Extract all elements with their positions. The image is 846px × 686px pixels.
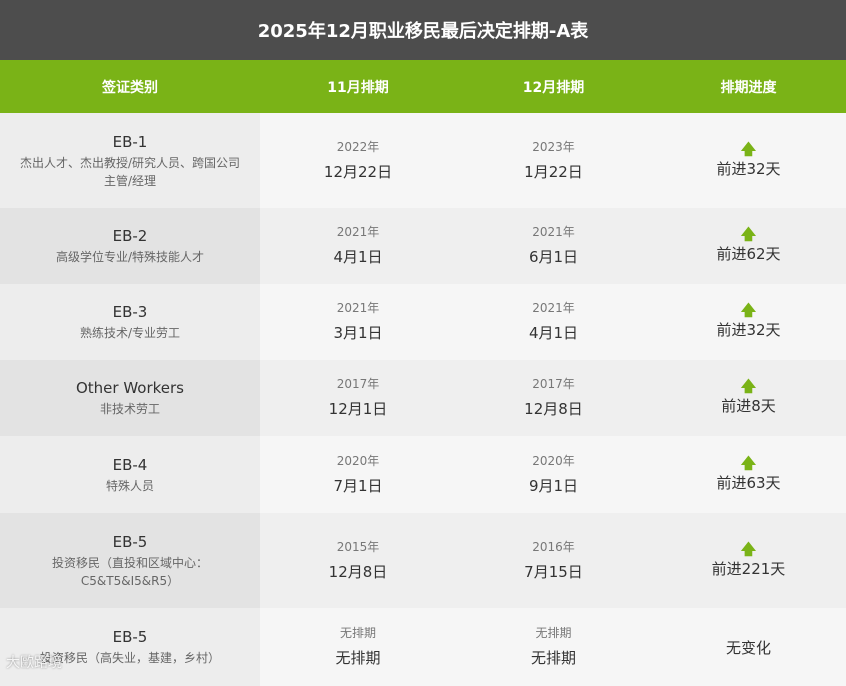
dec-year: 无排期 bbox=[535, 626, 572, 640]
progress-text: 无变化 bbox=[725, 638, 771, 657]
nov-date: 7月1日 bbox=[333, 476, 383, 495]
nov-date: 12月1日 bbox=[328, 400, 388, 418]
december-cell: 2020年 9月1日 bbox=[456, 436, 651, 513]
dec-year: 2016年 bbox=[532, 539, 575, 554]
nov-year: 2015年 bbox=[336, 539, 380, 554]
december-cell: 2021年 6月1日 bbox=[456, 208, 651, 284]
page-title: 2025年12月职业移民最后决定排期-A表 bbox=[257, 21, 589, 42]
nov-year: 2021年 bbox=[336, 301, 380, 315]
december-cell: 2021年 4月1日 bbox=[456, 284, 651, 360]
progress-text: 前进32天 bbox=[716, 321, 781, 339]
table-row: EB-5 投资移民（直投和区域中心：C5&T5&I5&R5） 2015年 12月… bbox=[0, 513, 846, 608]
dec-date: 12月8日 bbox=[524, 400, 583, 418]
nov-year: 2020年 bbox=[336, 453, 380, 468]
dec-year: 2023年 bbox=[532, 139, 575, 154]
dec-date: 6月1日 bbox=[528, 248, 579, 266]
up-arrow-icon: 🡅 bbox=[740, 225, 757, 243]
up-arrow-icon: 🡅 bbox=[740, 377, 757, 395]
november-cell: 2017年 12月1日 bbox=[260, 360, 456, 436]
nov-date: 12月22日 bbox=[323, 162, 393, 181]
category-name: EB-3 bbox=[112, 303, 148, 321]
table-row: EB-5 投资移民（高失业，基建，乡村） 无排期 无排期 无排期 无排期 无变化 bbox=[0, 608, 846, 686]
table-row: EB-1 杰出人才、杰出教授/研究人员、跨国公司主管/经理 2022年 12月2… bbox=[0, 113, 846, 208]
up-arrow-icon: 🡅 bbox=[740, 301, 757, 319]
nov-date: 4月1日 bbox=[333, 248, 383, 266]
november-cell: 2021年 4月1日 bbox=[260, 208, 456, 284]
progress-text: 前进221天 bbox=[711, 559, 786, 578]
category-desc: 投资移民（直投和区域中心：C5&T5&I5&R5） bbox=[51, 555, 208, 588]
nov-year: 2017年 bbox=[336, 377, 380, 391]
category-cell: EB-5 投资移民（直投和区域中心：C5&T5&I5&R5） bbox=[0, 513, 260, 608]
table-row: Other Workers 非技术劳工 2017年 12月1日 2017年 12… bbox=[0, 360, 846, 436]
november-cell: 2020年 7月1日 bbox=[260, 436, 456, 513]
dec-date: 4月1日 bbox=[528, 324, 579, 342]
nov-year: 无排期 bbox=[339, 626, 376, 640]
dec-date: 7月15日 bbox=[524, 562, 583, 581]
nov-year: 2021年 bbox=[336, 225, 380, 239]
category-cell: EB-3 熟练技术/专业劳工 bbox=[0, 284, 260, 360]
progress-cell: 🡅 前进8天 bbox=[651, 360, 846, 436]
december-cell: 2017年 12月8日 bbox=[456, 360, 651, 436]
dec-date: 1月22日 bbox=[524, 162, 583, 181]
dec-year: 2020年 bbox=[532, 453, 575, 468]
category-cell: EB-4 特殊人员 bbox=[0, 436, 260, 513]
category-cell: EB-2 高级学位专业/特殊技能人才 bbox=[0, 208, 260, 284]
category-name: Other Workers bbox=[75, 379, 185, 397]
category-name: EB-1 bbox=[112, 132, 148, 151]
category-desc: 杰出人才、杰出教授/研究人员、跨国公司主管/经理 bbox=[19, 155, 241, 188]
category-cell: EB-5 投资移民（高失业，基建，乡村） bbox=[0, 608, 260, 686]
progress-cell: 🡅 前进63天 bbox=[651, 436, 846, 513]
dec-year: 2021年 bbox=[532, 301, 575, 315]
category-cell: Other Workers 非技术劳工 bbox=[0, 360, 260, 436]
table-row: EB-3 熟练技术/专业劳工 2021年 3月1日 2021年 4月1日 🡅 前… bbox=[0, 284, 846, 360]
up-arrow-icon: 🡅 bbox=[740, 139, 757, 158]
november-cell: 无排期 无排期 bbox=[260, 608, 456, 686]
progress-cell: 🡅 前进32天 bbox=[651, 284, 846, 360]
progress-cell: 🡅 前进32天 bbox=[651, 113, 846, 208]
december-cell: 2016年 7月15日 bbox=[456, 513, 651, 608]
category-desc: 熟练技术/专业劳工 bbox=[79, 326, 181, 340]
table-row: EB-4 特殊人员 2020年 7月1日 2020年 9月1日 🡅 前进63天 bbox=[0, 436, 846, 513]
november-cell: 2022年 12月22日 bbox=[260, 113, 456, 208]
december-cell: 无排期 无排期 bbox=[456, 608, 651, 686]
progress-text: 前进8天 bbox=[721, 397, 776, 415]
category-desc: 特殊人员 bbox=[105, 478, 154, 493]
category-cell: EB-1 杰出人才、杰出教授/研究人员、跨国公司主管/经理 bbox=[0, 113, 260, 208]
category-name: EB-4 bbox=[112, 455, 148, 474]
progress-text: 前进63天 bbox=[716, 473, 781, 492]
november-cell: 2015年 12月8日 bbox=[260, 513, 456, 608]
nov-date: 12月8日 bbox=[328, 562, 388, 581]
nov-date: 3月1日 bbox=[333, 324, 383, 342]
progress-text: 前进32天 bbox=[716, 159, 781, 178]
header-november: 11月排期 bbox=[327, 79, 389, 96]
dec-year: 2017年 bbox=[532, 377, 575, 391]
category-name: EB-2 bbox=[112, 227, 148, 245]
nov-year: 2022年 bbox=[336, 139, 380, 154]
nov-date: 无排期 bbox=[335, 649, 381, 667]
dec-date: 无排期 bbox=[530, 649, 576, 667]
category-desc: 非技术劳工 bbox=[99, 402, 160, 416]
november-cell: 2021年 3月1日 bbox=[260, 284, 456, 360]
watermark: 大歐路境 bbox=[6, 655, 62, 671]
category-desc: 高级学位专业/特殊技能人才 bbox=[55, 250, 205, 264]
table-header: 签证类别 11月排期 12月排期 排期进度 bbox=[0, 60, 846, 113]
header-december: 12月排期 bbox=[522, 79, 585, 96]
up-arrow-icon: 🡅 bbox=[740, 539, 757, 558]
category-name: EB-5 bbox=[112, 532, 148, 551]
table-row: EB-2 高级学位专业/特殊技能人才 2021年 4月1日 2021年 6月1日… bbox=[0, 208, 846, 284]
up-arrow-icon: 🡅 bbox=[740, 453, 757, 472]
progress-cell: 无变化 bbox=[651, 608, 846, 686]
header-category: 签证类别 bbox=[102, 79, 158, 96]
progress-cell: 🡅 前进221天 bbox=[651, 513, 846, 608]
progress-cell: 🡅 前进62天 bbox=[651, 208, 846, 284]
category-name: EB-5 bbox=[112, 628, 148, 646]
header-progress: 排期进度 bbox=[720, 79, 777, 96]
page-title-bar: 2025年12月职业移民最后决定排期-A表 bbox=[0, 0, 846, 60]
dec-date: 9月1日 bbox=[528, 476, 579, 495]
dec-year: 2021年 bbox=[532, 225, 575, 239]
december-cell: 2023年 1月22日 bbox=[456, 113, 651, 208]
progress-text: 前进62天 bbox=[716, 245, 781, 263]
